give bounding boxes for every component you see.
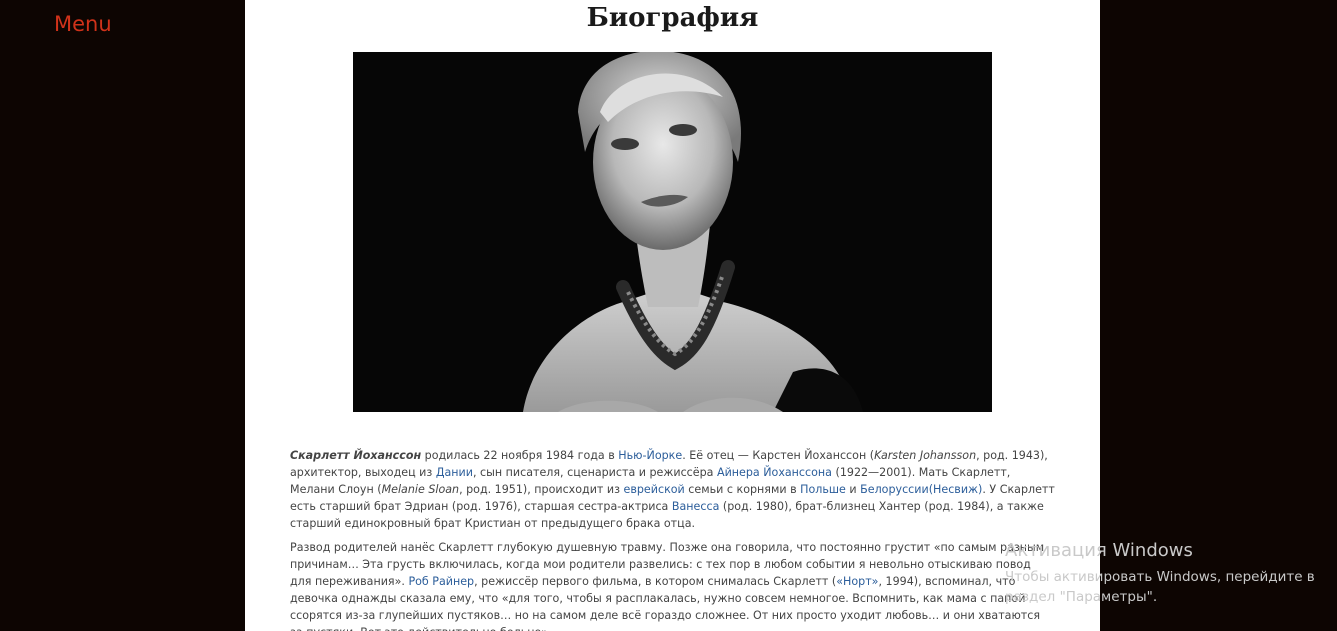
italic-name: Melanie Sloan: [381, 483, 460, 496]
paragraph-2: Развод родителей нанёс Скарлетт глубокую…: [290, 539, 1055, 631]
link-north-film[interactable]: «Норт»: [836, 575, 878, 588]
page-title: Биография: [586, 3, 759, 33]
content-panel: Биография Скарлетт Йоханссон родилась 22…: [245, 0, 1100, 631]
biography-text: Скарлетт Йоханссон родилась 22 ноября 19…: [290, 447, 1055, 631]
portrait-illustration: [353, 52, 992, 412]
menu-button[interactable]: Menu: [54, 12, 112, 36]
link-belarus[interactable]: Белоруссии(Несвиж): [860, 483, 982, 496]
link-new-york[interactable]: Нью-Йорке: [618, 449, 682, 462]
text: семьи с корнями в: [684, 483, 801, 496]
link-denmark[interactable]: Дании: [436, 466, 473, 479]
text: родилась 22 ноября 1984 года в: [421, 449, 619, 462]
text: и: [845, 483, 861, 496]
paragraph-1: Скарлетт Йоханссон родилась 22 ноября 19…: [290, 447, 1055, 532]
text: , режиссёр первого фильма, в котором сни…: [474, 575, 837, 588]
subject-name: Скарлетт Йоханссон: [290, 449, 422, 462]
portrait-photo: [353, 52, 992, 412]
link-einar-johansson[interactable]: Айнера Йоханссона: [717, 466, 832, 479]
link-poland[interactable]: Польше: [800, 483, 846, 496]
link-rob-reiner[interactable]: Роб Райнер: [408, 575, 474, 588]
link-jewish[interactable]: еврейской: [624, 483, 685, 496]
italic-name: Karsten Johansson: [874, 449, 977, 462]
text: . Её отец — Карстен Йоханссон (: [682, 449, 875, 462]
text: , сын писателя, сценариста и режиссёра: [472, 466, 717, 479]
link-vanessa[interactable]: Ванесса: [672, 500, 719, 513]
text: , род. 1951), происходит из: [459, 483, 624, 496]
